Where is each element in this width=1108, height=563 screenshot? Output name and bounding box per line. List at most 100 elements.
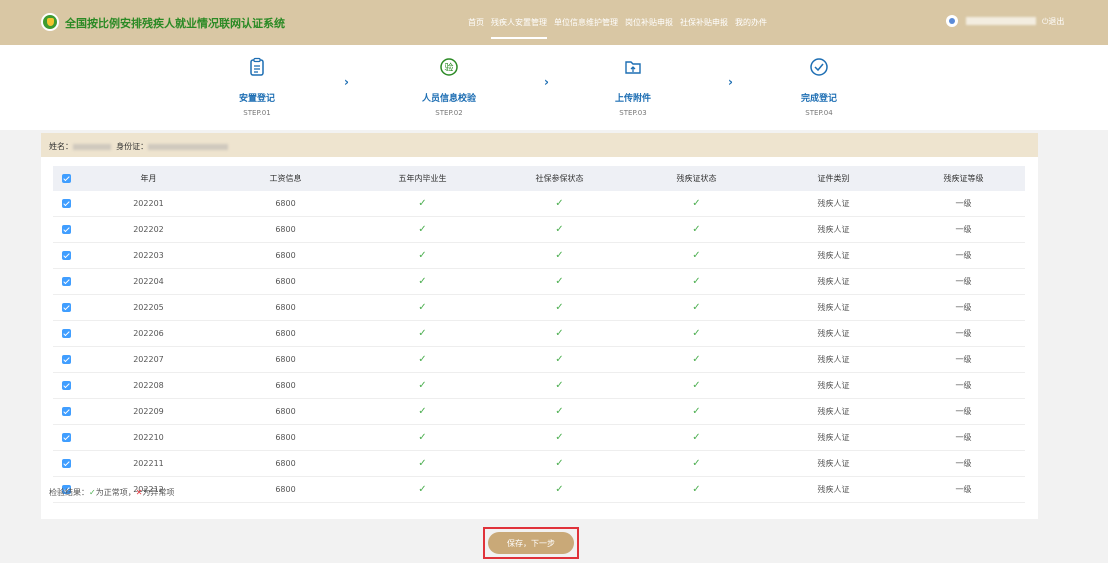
cert-type-cell: 残疾人证 (765, 294, 902, 321)
cert-level-cell: 一级 (902, 294, 1025, 321)
logo-icon (41, 13, 59, 31)
graduate-check-cell: ✓ (354, 216, 491, 243)
row-checkbox[interactable] (62, 277, 71, 286)
select-all-checkbox[interactable] (62, 174, 71, 183)
id-label: 身份证： (116, 142, 149, 151)
graduate-check-cell: ✓ (354, 476, 491, 503)
nav-item-unit-info[interactable]: 单位信息维护管理 (554, 17, 618, 39)
disability-status-check-cell: ✓ (628, 424, 765, 451)
graduate-check-cell: ✓ (354, 294, 491, 321)
social-security-check-cell: ✓ (491, 268, 628, 295)
step-2: 验 人员信息校验 STEP.02 (409, 57, 489, 117)
row-checkbox[interactable] (62, 433, 71, 442)
social-security-check-cell: ✓ (491, 242, 628, 269)
row-checkbox-cell[interactable] (53, 268, 80, 295)
table-row[interactable]: 202202 6800 ✓ ✓ ✓ 残疾人证 一级 (53, 216, 1025, 243)
legend-bad-text: 为异常项 (142, 488, 175, 497)
nav-item-post-subsidy[interactable]: 岗位补贴申报 (625, 17, 673, 39)
row-checkbox[interactable] (62, 329, 71, 338)
social-security-check-cell: ✓ (491, 191, 628, 217)
header-social-security: 社保参保状态 (491, 166, 628, 191)
table-row[interactable]: 202206 6800 ✓ ✓ ✓ 残疾人证 一级 (53, 320, 1025, 347)
disability-status-check-cell: ✓ (628, 268, 765, 295)
disability-status-check-cell: ✓ (628, 372, 765, 399)
cert-type-cell: 残疾人证 (765, 268, 902, 295)
row-checkbox-cell[interactable] (53, 424, 80, 451)
disability-status-check-cell: ✓ (628, 294, 765, 321)
cert-type-cell: 残疾人证 (765, 372, 902, 399)
social-security-check-cell: ✓ (491, 476, 628, 503)
row-checkbox-cell[interactable] (53, 372, 80, 399)
table-row[interactable]: 202204 6800 ✓ ✓ ✓ 残疾人证 一级 (53, 268, 1025, 295)
table-row[interactable]: 202210 6800 ✓ ✓ ✓ 残疾人证 一级 (53, 424, 1025, 451)
row-checkbox[interactable] (62, 199, 71, 208)
row-checkbox-cell[interactable] (53, 191, 80, 217)
row-checkbox-cell[interactable] (53, 216, 80, 243)
step-4-sub: STEP.04 (805, 109, 833, 117)
avatar[interactable] (946, 15, 958, 27)
salary-cell: 6800 (217, 476, 354, 503)
disability-status-check-cell: ✓ (628, 320, 765, 347)
step-2-sub: STEP.02 (435, 109, 463, 117)
social-security-check-cell: ✓ (491, 424, 628, 451)
row-checkbox-cell[interactable] (53, 242, 80, 269)
graduate-check-cell: ✓ (354, 372, 491, 399)
salary-cell: 6800 (217, 242, 354, 269)
row-checkbox[interactable] (62, 355, 71, 364)
check-legend: 检验结果：✓为正常项，✕为异常项 (49, 487, 174, 498)
row-checkbox[interactable] (62, 303, 71, 312)
nav-item-social-subsidy[interactable]: 社保补贴申报 (680, 17, 728, 39)
graduate-check-cell: ✓ (354, 268, 491, 295)
logout-button[interactable]: ⏻退出 (1042, 16, 1064, 27)
cert-level-cell: 一级 (902, 268, 1025, 295)
step-1-sub: STEP.01 (243, 109, 271, 117)
table-row[interactable]: 202203 6800 ✓ ✓ ✓ 残疾人证 一级 (53, 242, 1025, 269)
person-info: 姓名： 身份证： (49, 141, 229, 152)
year-month-cell: 202206 (80, 320, 217, 347)
disability-status-check-cell: ✓ (628, 450, 765, 477)
cert-type-cell: 残疾人证 (765, 346, 902, 373)
table-row[interactable]: 202205 6800 ✓ ✓ ✓ 残疾人证 一级 (53, 294, 1025, 321)
row-checkbox-cell[interactable] (53, 398, 80, 425)
year-month-cell: 202211 (80, 450, 217, 477)
row-checkbox[interactable] (62, 407, 71, 416)
step-1: 安置登记 STEP.01 (217, 57, 297, 117)
cert-level-cell: 一级 (902, 450, 1025, 477)
row-checkbox[interactable] (62, 459, 71, 468)
year-month-cell: 202203 (80, 242, 217, 269)
year-month-cell: 202204 (80, 268, 217, 295)
nav-item-home[interactable]: 首页 (468, 17, 484, 39)
nav-item-my-tasks[interactable]: 我的办件 (735, 17, 767, 39)
table-row[interactable]: 202212 6800 ✓ ✓ ✓ 残疾人证 一级 (53, 476, 1025, 503)
disability-status-check-cell: ✓ (628, 242, 765, 269)
nav-item-placement[interactable]: 残疾人安置管理 (491, 17, 547, 39)
graduate-check-cell: ✓ (354, 346, 491, 373)
step-3-label: 上传附件 (614, 94, 651, 104)
social-security-check-cell: ✓ (491, 320, 628, 347)
select-all-cell[interactable] (53, 166, 80, 191)
row-checkbox-cell[interactable] (53, 294, 80, 321)
table-row[interactable]: 202208 6800 ✓ ✓ ✓ 残疾人证 一级 (53, 372, 1025, 399)
save-next-button[interactable]: 保存，下一步 (488, 532, 574, 554)
table-row[interactable]: 202201 6800 ✓ ✓ ✓ 残疾人证 一级 (53, 191, 1025, 217)
logout-label: 退出 (1048, 17, 1065, 26)
row-checkbox[interactable] (62, 225, 71, 234)
table-row[interactable]: 202211 6800 ✓ ✓ ✓ 残疾人证 一级 (53, 450, 1025, 477)
row-checkbox-cell[interactable] (53, 346, 80, 373)
row-checkbox-cell[interactable] (53, 320, 80, 347)
salary-cell: 6800 (217, 191, 354, 217)
disability-status-check-cell: ✓ (628, 476, 765, 503)
cert-level-cell: 一级 (902, 424, 1025, 451)
cert-type-cell: 残疾人证 (765, 398, 902, 425)
check-icon: ✓ (89, 488, 96, 497)
upload-icon (625, 61, 641, 74)
step-4-label: 完成登记 (800, 94, 837, 104)
row-checkbox-cell[interactable] (53, 450, 80, 477)
row-checkbox[interactable] (62, 251, 71, 260)
row-checkbox[interactable] (62, 381, 71, 390)
year-month-cell: 202207 (80, 346, 217, 373)
year-month-cell: 202205 (80, 294, 217, 321)
header-cert-level: 残疾证等级 (902, 166, 1025, 191)
table-row[interactable]: 202207 6800 ✓ ✓ ✓ 残疾人证 一级 (53, 346, 1025, 373)
table-row[interactable]: 202209 6800 ✓ ✓ ✓ 残疾人证 一级 (53, 398, 1025, 425)
